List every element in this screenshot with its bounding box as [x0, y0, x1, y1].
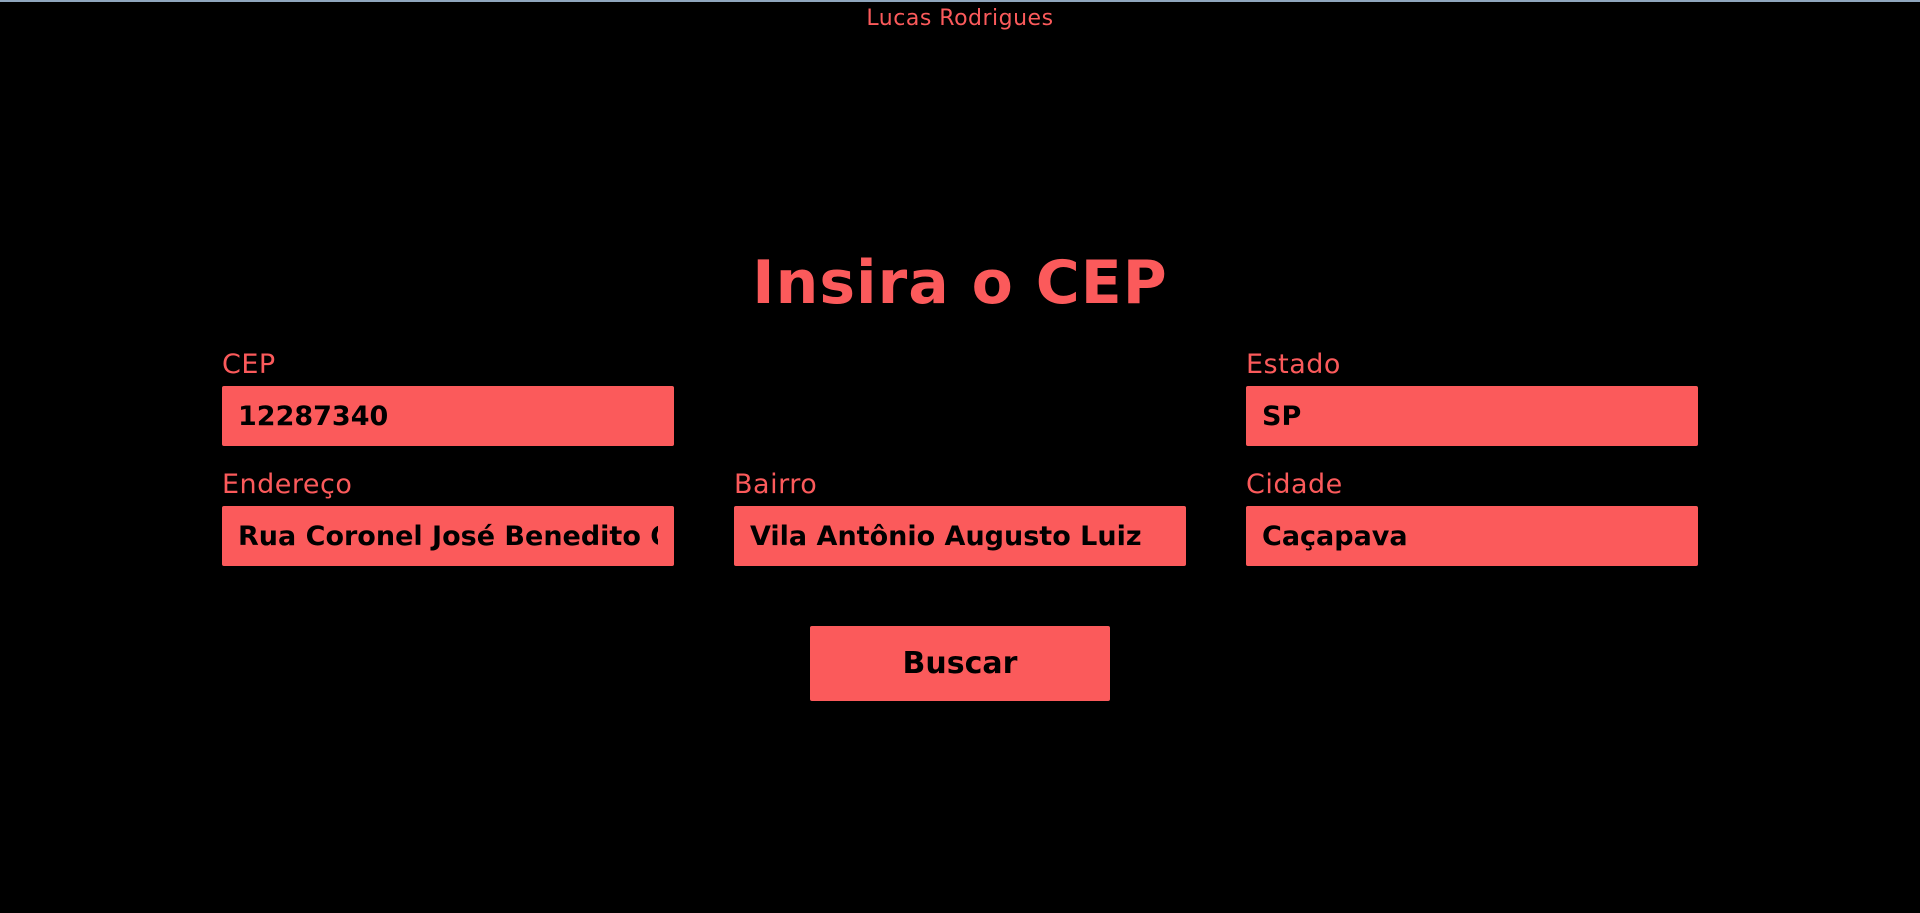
bairro-label: Bairro [734, 469, 818, 500]
page-title: Insira o CEP [752, 248, 1168, 318]
endereco-label: Endereço [222, 469, 353, 500]
cep-input[interactable] [222, 386, 674, 446]
endereco-input[interactable] [222, 506, 674, 566]
cep-label: CEP [222, 349, 276, 380]
cidade-label: Cidade [1246, 469, 1343, 500]
window-top-border [0, 0, 1920, 2]
estado-input[interactable] [1246, 386, 1698, 446]
estado-label: Estado [1246, 349, 1341, 380]
bairro-input[interactable] [734, 506, 1186, 566]
author-name: Lucas Rodrigues [866, 6, 1054, 31]
search-button[interactable]: Buscar [810, 626, 1110, 701]
cidade-input[interactable] [1246, 506, 1698, 566]
